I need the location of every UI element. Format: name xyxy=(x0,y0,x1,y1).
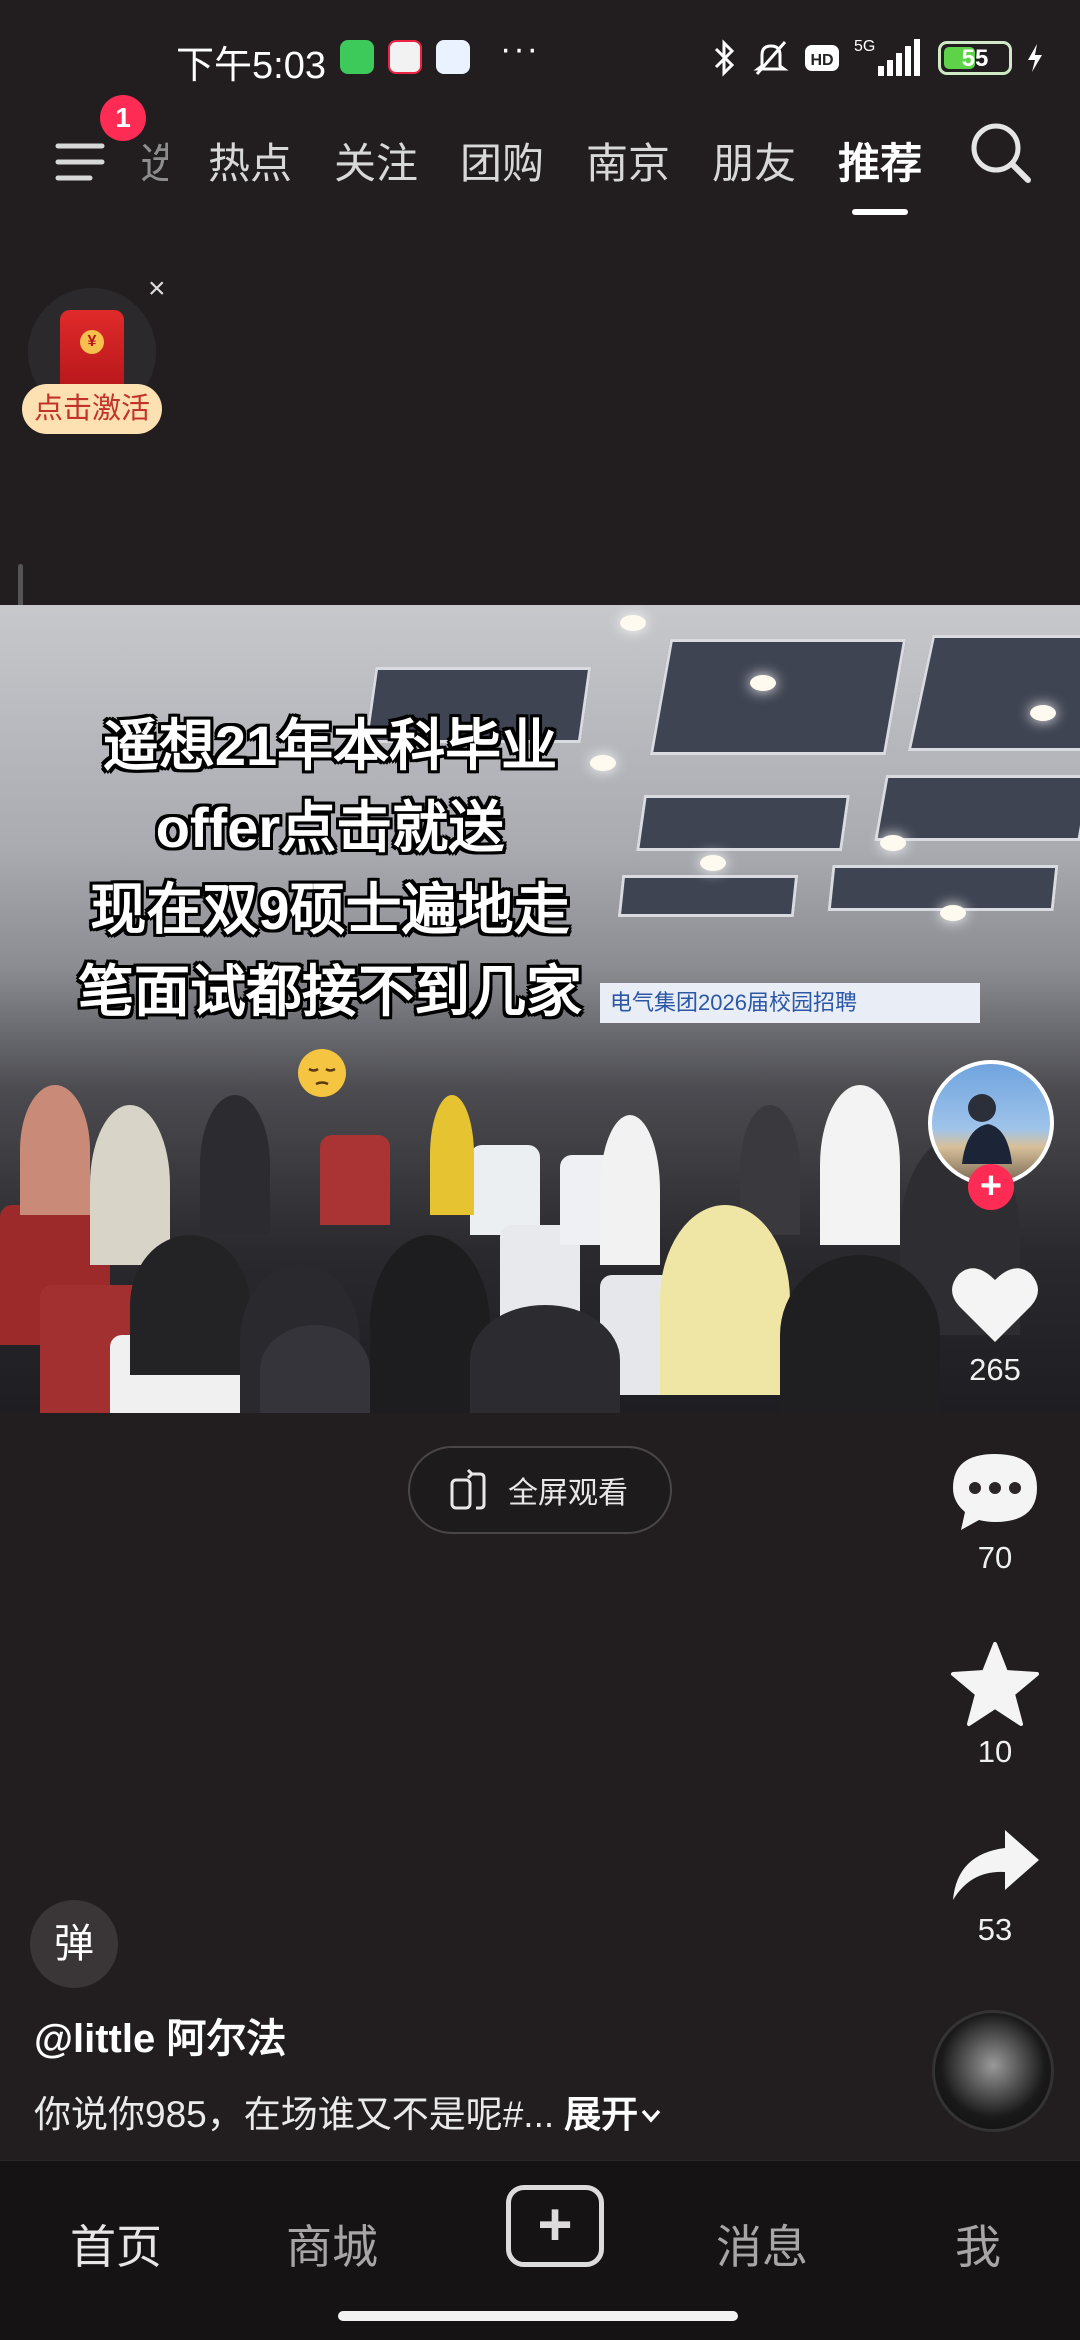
nav-tabs: 选 热点 关注 团购 南京 朋友 推荐 xyxy=(140,110,964,215)
comment-count: 70 xyxy=(977,1540,1013,1575)
person xyxy=(430,1095,474,1215)
tab-friends[interactable]: 朋友 xyxy=(712,130,796,191)
person xyxy=(130,1235,250,1375)
video-caption[interactable]: 你说你985，在场谁又不是呢#... 展开 xyxy=(34,2084,664,2138)
status-bar: 下午5:03 ··· HD 5G 55 xyxy=(0,0,1080,118)
heart-icon[interactable] xyxy=(949,1262,1041,1346)
ceiling-panel xyxy=(649,639,907,755)
more-notifications-icon: ··· xyxy=(500,30,540,68)
signal-5g-icon: 5G xyxy=(854,38,920,76)
app-notification-icon xyxy=(436,40,470,74)
svg-text:5G: 5G xyxy=(854,38,875,55)
author-name[interactable]: @little 阿尔法 xyxy=(34,2006,286,2064)
tab-group-buy[interactable]: 团购 xyxy=(460,130,544,191)
tab-nanjing[interactable]: 南京 xyxy=(586,130,670,191)
fullscreen-label: 全屏观看 xyxy=(508,1477,628,1510)
share-count: 53 xyxy=(977,1912,1013,1947)
mute-bell-icon xyxy=(753,41,789,75)
charging-icon xyxy=(1028,44,1042,72)
overlay-line: 笔面试都接不到几家 xyxy=(78,960,582,1023)
caption-text: 你说你985，在场谁又不是呢#... xyxy=(34,2094,555,2135)
overlay-line: 现在双9硕士遍地走 xyxy=(90,878,570,941)
person xyxy=(820,1085,900,1245)
person xyxy=(780,1255,940,1413)
person xyxy=(470,1305,620,1413)
nav-messages[interactable]: 消息 xyxy=(672,2211,852,2277)
share-arrow-icon[interactable] xyxy=(947,1826,1043,1906)
person xyxy=(260,1325,370,1413)
ceiling-light xyxy=(750,675,776,691)
ceiling-light xyxy=(940,905,966,921)
video-player[interactable]: 电气集团2026届校园招聘 遥想21年本科毕业 offer点击就送 现在双9硕士… xyxy=(0,605,1080,1413)
activate-label[interactable]: 点击激活 xyxy=(22,384,162,434)
favorite-action[interactable]: 10 xyxy=(920,1640,1070,1770)
add-post-button[interactable]: + xyxy=(506,2185,604,2267)
person xyxy=(20,1085,90,1215)
overlay-line: 遥想21年本科毕业 xyxy=(102,714,558,777)
ceiling-panel xyxy=(907,635,1080,751)
close-icon[interactable]: × xyxy=(148,272,166,306)
share-action[interactable]: 53 xyxy=(920,1826,1070,1948)
person xyxy=(200,1095,270,1235)
top-nav: 选 热点 关注 团购 南京 朋友 推荐 xyxy=(0,110,1080,220)
nav-me[interactable]: 我 xyxy=(888,2211,1068,2277)
overlay-line: offer点击就送 xyxy=(155,796,505,859)
person xyxy=(660,1205,790,1395)
comment-icon[interactable] xyxy=(949,1450,1041,1534)
battery-icon: 55 xyxy=(938,41,1012,75)
chair xyxy=(470,1145,540,1235)
tab-hot[interactable]: 热点 xyxy=(208,130,292,191)
ceiling-light xyxy=(1030,705,1056,721)
red-envelope-seal: ¥ xyxy=(80,330,104,354)
status-indicators: HD 5G 55 xyxy=(712,36,1044,80)
nav-mall[interactable]: 商城 xyxy=(242,2211,422,2277)
star-icon[interactable] xyxy=(949,1640,1041,1728)
wechat-notification-icon xyxy=(340,40,374,74)
fullscreen-button[interactable]: 全屏观看 xyxy=(408,1446,672,1534)
author-avatar-group[interactable]: + xyxy=(928,1060,1060,1210)
rotate-screen-icon xyxy=(450,1468,486,1510)
58-app-notification-icon xyxy=(388,40,422,74)
tab-featured[interactable]: 选 xyxy=(140,130,168,191)
crowd-scene xyxy=(0,1035,1080,1413)
pensive-face-icon xyxy=(298,1049,346,1097)
expand-caption-button[interactable]: 展开 xyxy=(564,2094,664,2135)
comment-action[interactable]: 70 xyxy=(920,1450,1070,1576)
ceiling-light xyxy=(620,615,646,631)
svg-text:HD: HD xyxy=(810,52,833,69)
danmaku-toggle-button[interactable]: 弹 xyxy=(30,1900,118,1988)
bluetooth-icon xyxy=(714,39,735,77)
notification-badge: 1 xyxy=(100,95,146,141)
favorite-count: 10 xyxy=(977,1734,1013,1769)
expand-label: 展开 xyxy=(564,2094,639,2135)
search-icon[interactable] xyxy=(962,114,1042,194)
hd-icon: HD xyxy=(805,45,839,71)
red-envelope-widget[interactable]: ¥ 点击激活 xyxy=(22,288,162,448)
follow-button[interactable]: + xyxy=(968,1164,1014,1210)
ceiling-panel xyxy=(617,875,799,917)
like-count: 265 xyxy=(969,1352,1021,1387)
status-time: 下午5:03 xyxy=(176,45,326,87)
like-action[interactable]: 265 xyxy=(920,1262,1070,1388)
person xyxy=(600,1115,660,1265)
app-screen: 下午5:03 ··· HD 5G 55 选 热点 关注 团购 南京 朋友 推荐 … xyxy=(0,0,1080,2340)
music-disc-icon[interactable] xyxy=(932,2010,1054,2132)
ceiling-panel xyxy=(874,775,1080,841)
tab-recommended[interactable]: 推荐 xyxy=(838,130,922,215)
battery-percent: 55 xyxy=(961,45,989,72)
ceiling-light xyxy=(700,855,726,871)
ceiling-panel xyxy=(636,795,850,851)
video-overlay-text: 遥想21年本科毕业 offer点击就送 现在双9硕士遍地走 笔面试都接不到几家 xyxy=(20,705,640,1033)
tab-following[interactable]: 关注 xyxy=(334,130,418,191)
person xyxy=(90,1105,170,1265)
chevron-down-icon xyxy=(641,2109,661,2123)
recruitment-banner: 电气集团2026届校园招聘 xyxy=(600,983,980,1023)
chair xyxy=(320,1135,390,1225)
bottom-nav: 首页 商城 + 消息 我 xyxy=(0,2160,1080,2340)
nav-home[interactable]: 首页 xyxy=(26,2211,206,2277)
ceiling-light xyxy=(880,835,906,851)
home-indicator[interactable] xyxy=(338,2311,738,2321)
ceiling-panel xyxy=(827,865,1059,911)
